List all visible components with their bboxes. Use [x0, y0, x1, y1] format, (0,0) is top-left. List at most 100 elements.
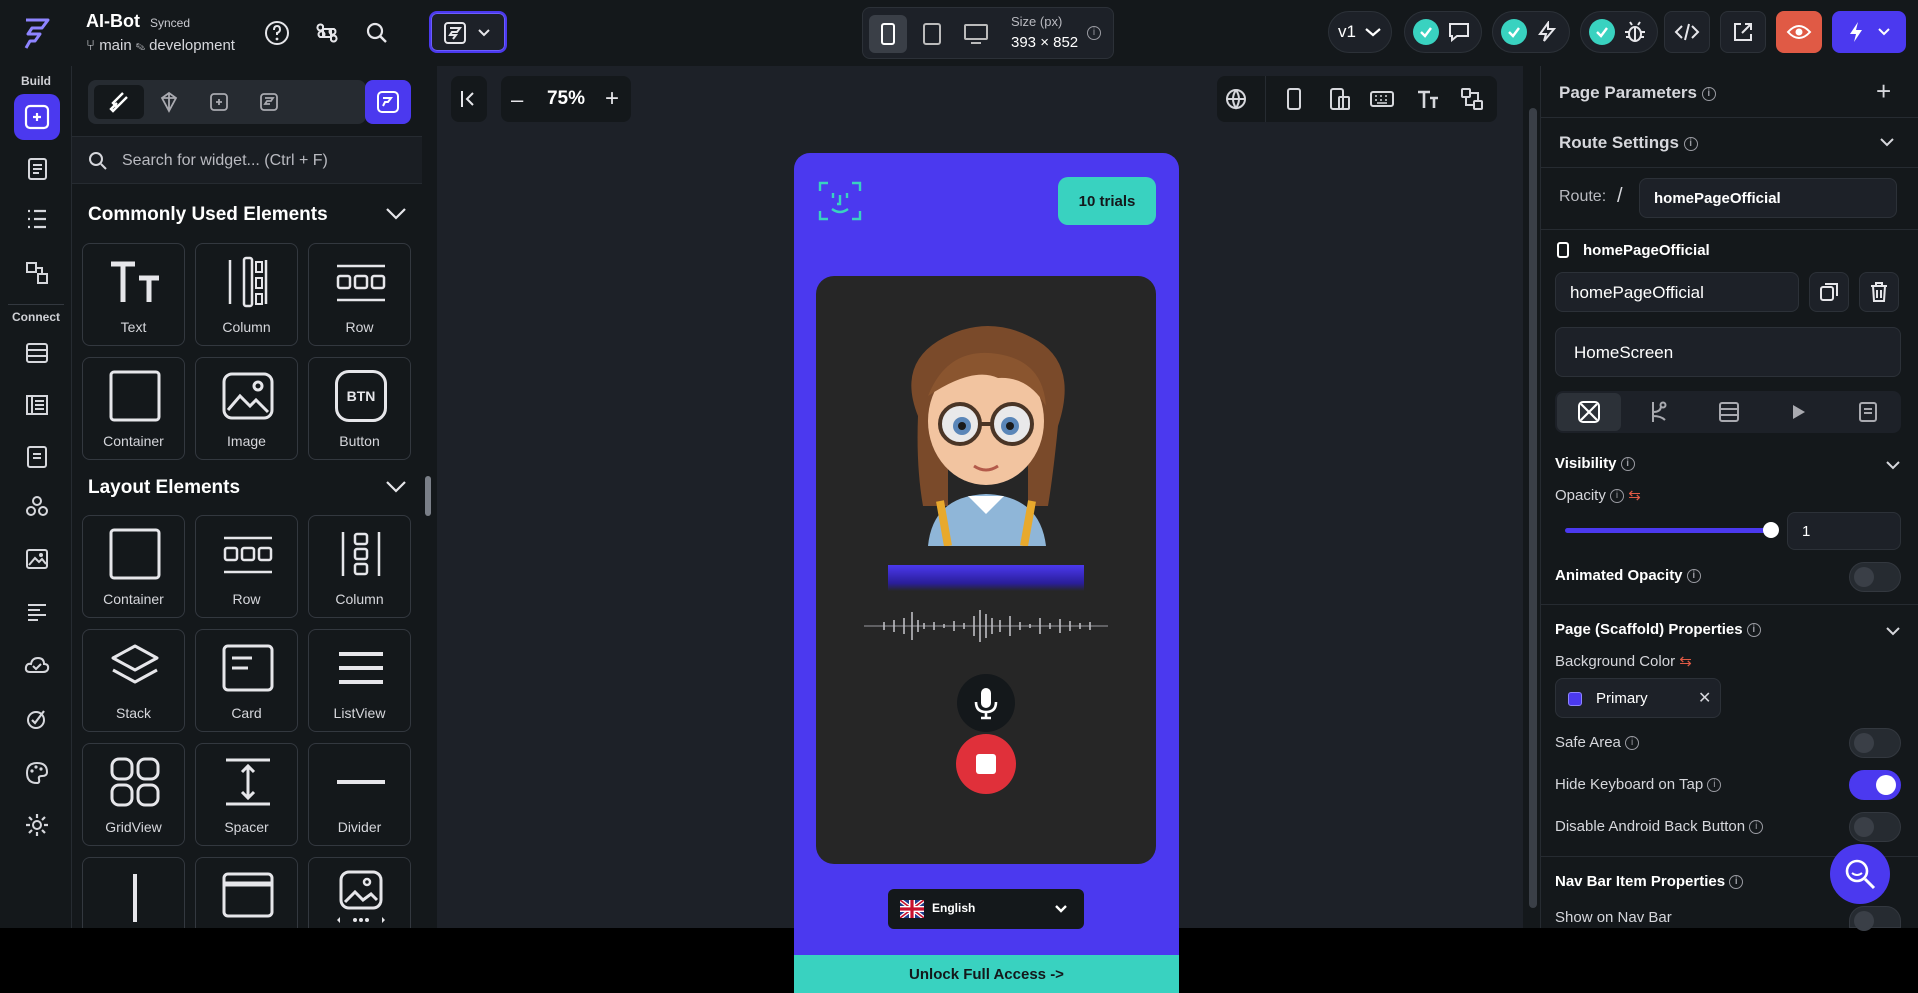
info-icon[interactable]: i	[1746, 623, 1761, 638]
info-icon[interactable]: i	[1610, 489, 1625, 504]
tests-icon[interactable]	[20, 702, 54, 736]
collapse-panel-button[interactable]	[451, 76, 487, 122]
widget-tile-vertical-divider[interactable]	[82, 857, 185, 928]
palette-scrollbar[interactable]	[425, 476, 431, 516]
widget-tile-image[interactable]: Image	[195, 357, 298, 460]
canvas-scrollbar[interactable]	[1529, 108, 1537, 908]
widget-tile-listview[interactable]: ListView	[308, 629, 411, 732]
clear-icon[interactable]: ✕	[1698, 688, 1711, 708]
open-external-button[interactable]	[1720, 11, 1766, 53]
face-id-icon[interactable]	[818, 179, 862, 223]
delete-page-button[interactable]	[1859, 272, 1899, 312]
animations-tab-icon[interactable]	[1767, 393, 1831, 431]
desktop-device-icon[interactable]	[957, 15, 995, 53]
responsive-icon[interactable]	[1325, 84, 1355, 114]
add-widget-icon[interactable]	[14, 94, 60, 140]
version-dropdown[interactable]: v1	[1328, 11, 1392, 53]
animated-opacity-toggle[interactable]	[1849, 562, 1901, 592]
safe-area-toggle[interactable]	[1849, 728, 1901, 758]
globe-icon[interactable]	[1221, 84, 1251, 114]
page-parameters-header[interactable]: Page Parameters i +	[1541, 66, 1918, 118]
stop-recording-button[interactable]	[956, 734, 1016, 794]
widget-tree-dropdown-button[interactable]	[429, 11, 507, 53]
info-icon[interactable]: i	[1749, 820, 1764, 835]
zoom-in-icon[interactable]: +	[605, 85, 619, 113]
opacity-input[interactable]: 1	[1787, 512, 1901, 550]
pages-icon[interactable]	[20, 152, 54, 186]
chevron-down-icon[interactable]	[1885, 625, 1901, 637]
route-settings-header[interactable]: Route Settings i	[1541, 118, 1918, 168]
command-icon[interactable]	[310, 16, 344, 50]
info-icon[interactable]: i	[1620, 457, 1635, 472]
screen-name-input[interactable]: HomeScreen	[1555, 327, 1901, 377]
info-icon[interactable]: i	[1707, 778, 1722, 793]
info-icon[interactable]: i	[1686, 569, 1701, 584]
chevron-down-icon[interactable]	[1879, 136, 1895, 148]
data-schema-icon[interactable]	[20, 336, 54, 370]
info-icon[interactable]: i	[1701, 86, 1716, 101]
widget-tile-divider[interactable]: Divider	[308, 743, 411, 846]
widget-search-bar[interactable]: Search for widget... (Ctrl + F)	[72, 136, 422, 184]
code-view-button[interactable]	[1664, 11, 1710, 53]
widget-tile-stack[interactable]: Stack	[82, 629, 185, 732]
custom-code-icon[interactable]	[20, 596, 54, 630]
variable-icon[interactable]: ⇆	[1628, 487, 1641, 504]
components-tab-icon[interactable]	[144, 85, 194, 119]
chevron-down-icon[interactable]	[384, 202, 408, 226]
components-icon[interactable]	[20, 490, 54, 524]
duplicate-page-button[interactable]	[1809, 272, 1849, 312]
microphone-button[interactable]	[957, 674, 1015, 732]
info-icon[interactable]: i	[1625, 736, 1640, 751]
language-dropdown[interactable]: English	[888, 889, 1084, 929]
media-assets-icon[interactable]	[20, 542, 54, 576]
size-value[interactable]: 393 × 852	[1011, 34, 1078, 51]
widget-tile-text[interactable]: Text	[82, 243, 185, 346]
flutterflow-logo-icon[interactable]	[18, 14, 58, 54]
widget-tile-row[interactable]: Row	[308, 243, 411, 346]
widgets-tab-icon[interactable]	[94, 85, 144, 119]
page-name-input[interactable]: homePageOfficial	[1555, 272, 1799, 312]
tablet-device-icon[interactable]	[913, 15, 951, 53]
theme-icon[interactable]	[20, 756, 54, 790]
tree-outline-icon[interactable]	[1457, 84, 1487, 114]
widget-tile-button[interactable]: BTN Button	[308, 357, 411, 460]
comments-status-button[interactable]	[1404, 11, 1482, 53]
widget-tile-column[interactable]: Column	[195, 243, 298, 346]
background-color-picker[interactable]: Primary ✕	[1555, 678, 1721, 718]
phone-device-icon[interactable]	[869, 15, 907, 53]
app-state-icon[interactable]	[20, 388, 54, 422]
text-scale-icon[interactable]	[1413, 84, 1443, 114]
info-icon[interactable]: i	[1683, 136, 1698, 151]
widget-tile-tabbar[interactable]	[195, 857, 298, 928]
phone-frame-icon[interactable]	[1279, 84, 1309, 114]
api-calls-icon[interactable]	[20, 440, 54, 474]
widget-tile-spacer[interactable]: Spacer	[195, 743, 298, 846]
widget-tile-container[interactable]: Container	[82, 515, 185, 618]
trials-badge[interactable]: 10 trials	[1058, 177, 1156, 225]
keyboard-icon[interactable]	[1367, 84, 1397, 114]
show-on-nav-bar-toggle[interactable]	[1849, 906, 1901, 931]
documentation-tab-icon[interactable]	[1837, 393, 1899, 431]
chevron-down-icon[interactable]	[384, 475, 408, 499]
help-icon[interactable]	[260, 16, 294, 50]
properties-tab-icon[interactable]	[1557, 393, 1621, 431]
hide-keyboard-toggle[interactable]	[1849, 770, 1901, 800]
widget-tile-card[interactable]: Card	[195, 629, 298, 732]
settings-gear-icon[interactable]	[20, 808, 54, 842]
info-icon[interactable]: i	[1729, 875, 1744, 890]
debug-status-button[interactable]	[1580, 11, 1658, 53]
search-fab-button[interactable]	[1830, 844, 1890, 904]
branch-info[interactable]: ⑂ main ✎ development	[86, 37, 235, 54]
opacity-slider-thumb[interactable]	[1763, 522, 1779, 538]
variable-icon[interactable]: ⇆	[1679, 653, 1692, 670]
add-icon[interactable]: +	[1876, 76, 1891, 107]
run-button[interactable]	[1832, 11, 1906, 53]
info-icon[interactable]: i	[1087, 26, 1101, 40]
add-custom-widget-button[interactable]	[365, 80, 411, 124]
widget-tree-icon[interactable]	[20, 202, 54, 236]
search-input[interactable]: Search for widget... (Ctrl + F)	[122, 152, 328, 170]
chevron-down-icon[interactable]	[1885, 459, 1901, 471]
widget-tile-carousel[interactable]	[308, 857, 411, 928]
widget-tile-row[interactable]: Row	[195, 515, 298, 618]
widget-tile-container[interactable]: Container	[82, 357, 185, 460]
